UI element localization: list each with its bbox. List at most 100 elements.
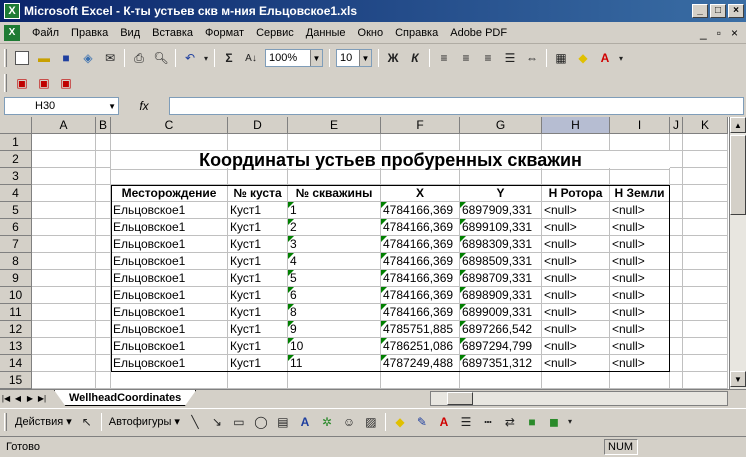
table-cell[interactable]: 4784166,369 bbox=[381, 287, 460, 304]
cell[interactable] bbox=[228, 168, 288, 185]
cell[interactable] bbox=[32, 219, 96, 236]
cell[interactable] bbox=[96, 321, 111, 338]
borders-icon[interactable]: ▦ bbox=[550, 48, 572, 68]
fill-color-icon[interactable]: ◆ bbox=[389, 412, 411, 432]
table-header-cell[interactable]: H Ротора bbox=[542, 185, 610, 202]
table-cell[interactable]: 6899109,331 bbox=[460, 219, 542, 236]
table-cell[interactable]: 9 bbox=[288, 321, 381, 338]
cell[interactable] bbox=[111, 134, 228, 151]
pdf-review-icon[interactable]: ▣ bbox=[55, 73, 77, 93]
cell[interactable] bbox=[381, 134, 460, 151]
table-cell[interactable]: <null> bbox=[610, 355, 670, 372]
wordart-icon[interactable]: A bbox=[294, 412, 316, 432]
line-icon[interactable]: ╲ bbox=[184, 412, 206, 432]
picture-icon[interactable]: ▨ bbox=[360, 412, 382, 432]
row-header[interactable]: 12 bbox=[0, 321, 32, 338]
table-cell[interactable]: 11 bbox=[288, 355, 381, 372]
table-cell[interactable]: <null> bbox=[610, 219, 670, 236]
cell[interactable] bbox=[683, 219, 728, 236]
autosum-icon[interactable]: Σ bbox=[218, 48, 240, 68]
row-header[interactable]: 10 bbox=[0, 287, 32, 304]
cell[interactable] bbox=[683, 151, 728, 168]
clipart-icon[interactable]: ☺ bbox=[338, 412, 360, 432]
table-cell[interactable]: Ельцовское1 bbox=[111, 219, 228, 236]
table-cell[interactable]: <null> bbox=[542, 338, 610, 355]
table-cell[interactable]: 6899009,331 bbox=[460, 304, 542, 321]
column-header-e[interactable]: E bbox=[288, 117, 381, 134]
zoom-select[interactable]: 100% ▼ bbox=[265, 49, 323, 67]
table-cell[interactable]: Ельцовское1 bbox=[111, 253, 228, 270]
dash-style-icon[interactable]: ┅ bbox=[477, 412, 499, 432]
pdf-email-icon[interactable]: ▣ bbox=[33, 73, 55, 93]
row-header[interactable]: 5 bbox=[0, 202, 32, 219]
cell[interactable] bbox=[96, 338, 111, 355]
pdf-convert-icon[interactable]: ▣ bbox=[11, 73, 33, 93]
cell[interactable] bbox=[542, 134, 610, 151]
cell[interactable] bbox=[683, 185, 728, 202]
cell[interactable] bbox=[96, 304, 111, 321]
row-header[interactable]: 3 bbox=[0, 168, 32, 185]
arrow-icon[interactable]: ↘ bbox=[206, 412, 228, 432]
table-cell[interactable]: <null> bbox=[542, 202, 610, 219]
rectangle-icon[interactable]: ▭ bbox=[228, 412, 250, 432]
cell[interactable] bbox=[670, 321, 683, 338]
chevron-down-icon[interactable]: ▼ bbox=[310, 50, 322, 66]
hscroll-thumb[interactable] bbox=[447, 392, 473, 405]
table-cell[interactable]: 4785751,885 bbox=[381, 321, 460, 338]
cell[interactable] bbox=[96, 287, 111, 304]
cell[interactable] bbox=[460, 134, 542, 151]
cell[interactable] bbox=[683, 287, 728, 304]
shadow-icon[interactable]: ■ bbox=[521, 412, 543, 432]
font-size-select[interactable]: 10 ▼ bbox=[336, 49, 372, 67]
cell[interactable] bbox=[670, 372, 683, 389]
close-button[interactable]: × bbox=[728, 4, 744, 18]
row-header[interactable]: 11 bbox=[0, 304, 32, 321]
cell[interactable] bbox=[670, 151, 683, 168]
table-cell[interactable]: Куст1 bbox=[228, 219, 288, 236]
cell[interactable] bbox=[96, 219, 111, 236]
cell[interactable] bbox=[111, 372, 228, 389]
row-header[interactable]: 13 bbox=[0, 338, 32, 355]
cell[interactable] bbox=[683, 355, 728, 372]
table-cell[interactable]: 6897266,542 bbox=[460, 321, 542, 338]
excel-icon[interactable]: X bbox=[4, 3, 20, 19]
last-sheet-icon[interactable]: ▶| bbox=[36, 394, 48, 403]
open-icon[interactable]: ▬ bbox=[33, 48, 55, 68]
3d-icon[interactable]: ◼ bbox=[543, 412, 565, 432]
sheet-tab-wellhead[interactable]: WellheadCoordinates bbox=[54, 390, 197, 406]
menu-help[interactable]: Справка bbox=[389, 27, 444, 39]
select-all-corner[interactable] bbox=[0, 117, 32, 134]
cell[interactable] bbox=[670, 338, 683, 355]
table-cell[interactable]: 4784166,369 bbox=[381, 304, 460, 321]
table-cell[interactable]: 10 bbox=[288, 338, 381, 355]
cell[interactable] bbox=[32, 168, 96, 185]
cell[interactable] bbox=[683, 168, 728, 185]
cell[interactable] bbox=[610, 372, 670, 389]
cell[interactable] bbox=[96, 355, 111, 372]
row-header[interactable]: 15 bbox=[0, 372, 32, 389]
table-cell[interactable]: 8 bbox=[288, 304, 381, 321]
cell[interactable] bbox=[542, 168, 610, 185]
table-cell[interactable]: Ельцовское1 bbox=[111, 355, 228, 372]
save-icon[interactable]: ■ bbox=[55, 48, 77, 68]
column-header-j[interactable]: J bbox=[670, 117, 683, 134]
table-cell[interactable]: <null> bbox=[542, 304, 610, 321]
table-cell[interactable]: <null> bbox=[610, 270, 670, 287]
table-cell[interactable]: 5 bbox=[288, 270, 381, 287]
table-cell[interactable]: Куст1 bbox=[228, 338, 288, 355]
table-cell[interactable]: Ельцовское1 bbox=[111, 236, 228, 253]
row-header[interactable]: 2 bbox=[0, 151, 32, 168]
table-cell[interactable]: 4784166,369 bbox=[381, 270, 460, 287]
scroll-thumb[interactable] bbox=[730, 135, 746, 215]
cell[interactable] bbox=[228, 372, 288, 389]
table-cell[interactable]: <null> bbox=[542, 219, 610, 236]
column-header-g[interactable]: G bbox=[460, 117, 542, 134]
cell[interactable] bbox=[542, 372, 610, 389]
oval-icon[interactable]: ◯ bbox=[250, 412, 272, 432]
doc-restore-button[interactable]: ▫ bbox=[717, 26, 721, 40]
cell[interactable] bbox=[288, 168, 381, 185]
cell[interactable] bbox=[96, 253, 111, 270]
cell[interactable] bbox=[670, 202, 683, 219]
cell[interactable] bbox=[670, 236, 683, 253]
cell[interactable] bbox=[32, 253, 96, 270]
